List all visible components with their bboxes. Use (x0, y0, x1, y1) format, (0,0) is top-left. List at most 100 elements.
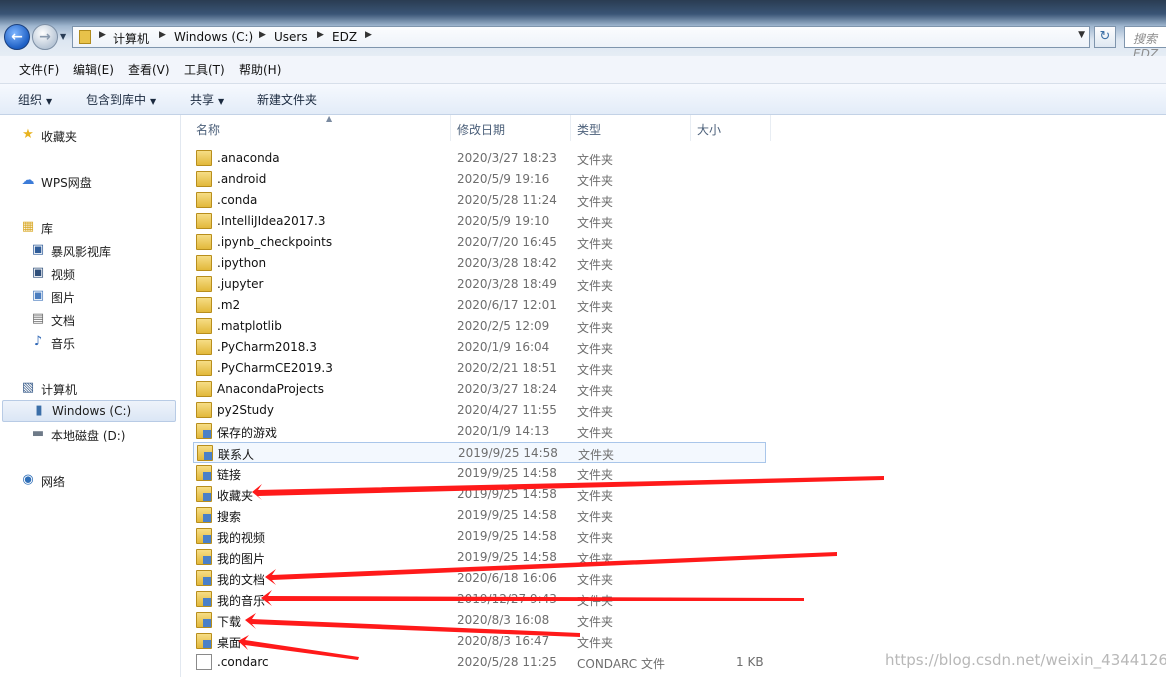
file-row[interactable]: 我的图片 2019/9/25 14:58 文件夹 (193, 547, 766, 568)
file-type: 文件夹 (577, 216, 614, 230)
file-row[interactable]: 联系人 2019/9/25 14:58 文件夹 (193, 442, 766, 463)
address-dropdown-icon[interactable]: ▼ (1078, 30, 1085, 40)
file-name: 我的图片 (217, 552, 266, 566)
file-row[interactable]: 我的文档 2020/6/18 16:06 文件夹 (193, 568, 766, 589)
file-date: 2019/9/25 14:58 (457, 487, 557, 501)
refresh-button[interactable]: ↻ (1094, 26, 1116, 48)
breadcrumb-users[interactable]: Users (274, 30, 308, 44)
nav-label: 文档 (51, 314, 76, 328)
breadcrumb-drive[interactable]: Windows (C:) (174, 30, 253, 44)
chevron-right-icon[interactable]: ▶ (259, 30, 266, 40)
nav-favorites[interactable]: ★ 收藏夹 (20, 125, 170, 147)
file-row[interactable]: 我的视频 2019/9/25 14:58 文件夹 (193, 526, 766, 547)
address-field[interactable]: ▶ 计算机 ▶ Windows (C:) ▶ Users ▶ EDZ ▶ ▼ (72, 26, 1090, 48)
column-date[interactable]: 修改日期 (451, 115, 571, 141)
nav-drive-c[interactable]: ▮ Windows (C:) (2, 400, 176, 422)
file-type: 文件夹 (577, 384, 614, 398)
file-date: 2020/8/3 16:47 (457, 634, 550, 648)
file-row[interactable]: 收藏夹 2019/9/25 14:58 文件夹 (193, 484, 766, 505)
file-date: 2020/3/28 18:49 (457, 277, 557, 291)
file-row[interactable]: 下载 2020/8/3 16:08 文件夹 (193, 610, 766, 631)
nav-label: 暴风影视库 (51, 245, 112, 259)
file-row[interactable]: 保存的游戏 2020/1/9 14:13 文件夹 (193, 421, 766, 442)
nav-drive-d[interactable]: ▬ 本地磁盘 (D:) (30, 424, 170, 446)
file-date: 2020/3/28 18:42 (457, 256, 557, 270)
file-name: .condarc (217, 655, 269, 669)
document-icon: ▤ (31, 311, 45, 326)
file-date: 2019/9/25 14:58 (457, 550, 557, 564)
file-row[interactable]: .jupyter 2020/3/28 18:49 文件夹 (193, 274, 766, 295)
breadcrumb-computer[interactable]: 计算机 (113, 30, 149, 47)
file-name: .PyCharmCE2019.3 (217, 361, 333, 375)
new-folder-button[interactable]: 新建文件夹 (257, 91, 317, 108)
nav-label: 音乐 (51, 337, 76, 351)
file-date: 2019/9/25 14:58 (457, 466, 557, 480)
back-button[interactable]: ← (4, 24, 30, 50)
file-row[interactable]: .condarc 2020/5/28 11:25 CONDARC 文件 1 KB (193, 652, 766, 673)
history-dropdown-icon[interactable]: ▼ (60, 32, 66, 41)
picture-icon: ▣ (31, 288, 45, 303)
nav-computer[interactable]: ▧ 计算机 (20, 378, 170, 400)
file-type: 文件夹 (577, 489, 614, 503)
file-row[interactable]: py2Study 2020/4/27 11:55 文件夹 (193, 400, 766, 421)
file-row[interactable]: .ipython 2020/3/28 18:42 文件夹 (193, 253, 766, 274)
file-date: 2020/8/3 16:08 (457, 613, 550, 627)
column-name[interactable]: 名称 ▲ (190, 114, 451, 141)
folder-icon (196, 150, 212, 166)
nav-libraries[interactable]: ▦ 库 (20, 217, 170, 239)
folder-icon (196, 192, 212, 208)
forward-button[interactable]: → (32, 24, 58, 50)
nav-wps-drive[interactable]: ☁ WPS网盘 (20, 171, 170, 193)
chevron-right-icon[interactable]: ▶ (365, 30, 372, 40)
menu-help[interactable]: 帮助(H) (239, 61, 281, 78)
file-size: 1 KB (736, 655, 764, 669)
menu-view[interactable]: 查看(V) (128, 61, 170, 78)
file-row[interactable]: 桌面 2020/8/3 16:47 文件夹 (193, 631, 766, 652)
file-row[interactable]: AnacondaProjects 2020/3/27 18:24 文件夹 (193, 379, 766, 400)
file-row[interactable]: .PyCharm2018.3 2020/1/9 16:04 文件夹 (193, 337, 766, 358)
file-row[interactable]: .anaconda 2020/3/27 18:23 文件夹 (193, 148, 766, 169)
nav-item-baofeng[interactable]: ▣ 暴风影视库 (30, 240, 170, 262)
breadcrumb-edz[interactable]: EDZ (332, 30, 357, 44)
nav-network[interactable]: ◉ 网络 (20, 470, 170, 492)
nav-item-pictures[interactable]: ▣ 图片 (30, 286, 170, 308)
file-row[interactable]: .android 2020/5/9 19:16 文件夹 (193, 169, 766, 190)
file-row[interactable]: .ipynb_checkpoints 2020/7/20 16:45 文件夹 (193, 232, 766, 253)
nav-item-videos[interactable]: ▣ 视频 (30, 263, 170, 285)
folder-icon (196, 276, 212, 292)
music-note-icon: ♪ (33, 334, 43, 349)
folder-icon (196, 633, 212, 649)
sort-up-icon: ▲ (326, 114, 333, 123)
file-row[interactable]: .matplotlib 2020/2/5 12:09 文件夹 (193, 316, 766, 337)
star-icon: ★ (22, 127, 34, 142)
file-row[interactable]: .conda 2020/5/28 11:24 文件夹 (193, 190, 766, 211)
chevron-right-icon[interactable]: ▶ (99, 30, 106, 40)
nav-item-music[interactable]: ♪ 音乐 (30, 332, 170, 354)
menu-tools[interactable]: 工具(T) (184, 61, 225, 78)
folder-icon (196, 612, 212, 628)
chevron-right-icon[interactable]: ▶ (317, 30, 324, 40)
file-type: 文件夹 (577, 321, 614, 335)
file-row[interactable]: 我的音乐 2019/12/27 9:43 文件夹 (193, 589, 766, 610)
file-row[interactable]: 链接 2019/9/25 14:58 文件夹 (193, 463, 766, 484)
file-type: 文件夹 (577, 426, 614, 440)
file-row[interactable]: .m2 2020/6/17 12:01 文件夹 (193, 295, 766, 316)
search-input[interactable]: 搜索 EDZ (1124, 26, 1166, 61)
organize-button[interactable]: 组织 ▼ (18, 91, 52, 108)
include-in-library-button[interactable]: 包含到库中 ▼ (86, 91, 156, 108)
menu-file[interactable]: 文件(F) (19, 61, 59, 78)
file-row[interactable]: .IntelliJIdea2017.3 2020/5/9 19:10 文件夹 (193, 211, 766, 232)
file-date: 2020/6/17 12:01 (457, 298, 557, 312)
file-row[interactable]: 搜索 2019/9/25 14:58 文件夹 (193, 505, 766, 526)
chevron-right-icon[interactable]: ▶ (159, 30, 166, 40)
column-size[interactable]: 大小 (691, 115, 771, 141)
file-type: 文件夹 (577, 552, 614, 566)
folder-icon (196, 549, 212, 565)
nav-item-documents[interactable]: ▤ 文档 (30, 309, 170, 331)
column-type[interactable]: 类型 (571, 115, 691, 141)
file-row[interactable]: .PyCharmCE2019.3 2020/2/21 18:51 文件夹 (193, 358, 766, 379)
share-button[interactable]: 共享 ▼ (190, 91, 224, 108)
file-name: 下载 (217, 615, 242, 629)
menu-edit[interactable]: 编辑(E) (73, 61, 114, 78)
nav-label: 图片 (51, 291, 76, 305)
